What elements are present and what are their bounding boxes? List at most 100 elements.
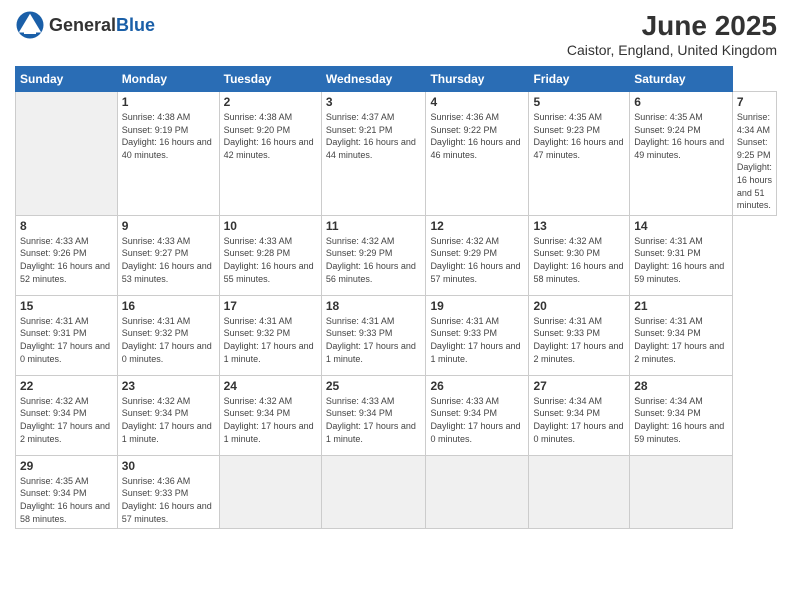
day-info: Sunrise: 4:31 AM Sunset: 9:31 PM Dayligh… (634, 235, 728, 285)
calendar-cell: 8 Sunrise: 4:33 AM Sunset: 9:26 PM Daylig… (16, 215, 118, 295)
day-info: Sunrise: 4:36 AM Sunset: 9:33 PM Dayligh… (122, 475, 215, 525)
day-info: Sunrise: 4:33 AM Sunset: 9:34 PM Dayligh… (326, 395, 422, 445)
calendar-cell: 3 Sunrise: 4:37 AM Sunset: 9:21 PM Daylig… (321, 92, 426, 216)
day-number: 16 (122, 299, 215, 313)
col-tuesday: Tuesday (219, 67, 321, 92)
calendar-cell: 6Sunrise: 4:35 AM Sunset: 9:24 PM Daylig… (630, 92, 733, 216)
calendar-cell (426, 455, 529, 528)
day-number: 4 (430, 95, 524, 109)
calendar-cell: 27 Sunrise: 4:34 AM Sunset: 9:34 PM Dayli… (529, 375, 630, 455)
day-info: Sunrise: 4:33 AM Sunset: 9:26 PM Dayligh… (20, 235, 113, 285)
col-friday: Friday (529, 67, 630, 92)
calendar-cell: 24Sunrise: 4:32 AM Sunset: 9:34 PM Dayli… (219, 375, 321, 455)
day-number: 6 (634, 95, 728, 109)
col-sunday: Sunday (16, 67, 118, 92)
calendar-cell: 2Sunrise: 4:38 AM Sunset: 9:20 PM Daylig… (219, 92, 321, 216)
calendar-cell: 1 Sunrise: 4:38 AM Sunset: 9:19 PM Daylig… (117, 92, 219, 216)
col-wednesday: Wednesday (321, 67, 426, 92)
day-number: 3 (326, 95, 422, 109)
calendar-cell: 7Sunrise: 4:34 AM Sunset: 9:25 PM Daylig… (732, 92, 776, 216)
logo: GeneralBlue (15, 10, 155, 40)
day-number: 30 (122, 459, 215, 473)
calendar-cell: 19 Sunrise: 4:31 AM Sunset: 9:33 PM Dayli… (426, 295, 529, 375)
day-number: 18 (326, 299, 422, 313)
month-year: June 2025 (567, 10, 777, 42)
day-info: Sunrise: 4:32 AM Sunset: 9:30 PM Dayligh… (533, 235, 625, 285)
day-number: 24 (224, 379, 317, 393)
day-number: 1 (122, 95, 215, 109)
day-number: 8 (20, 219, 113, 233)
calendar-cell (529, 455, 630, 528)
day-info: Sunrise: 4:38 AM Sunset: 9:19 PM Dayligh… (122, 111, 215, 161)
day-info: Sunrise: 4:31 AM Sunset: 9:33 PM Dayligh… (326, 315, 422, 365)
calendar-cell: 13 Sunrise: 4:32 AM Sunset: 9:30 PM Dayli… (529, 215, 630, 295)
calendar-cell (321, 455, 426, 528)
calendar-cell: 18 Sunrise: 4:31 AM Sunset: 9:33 PM Dayli… (321, 295, 426, 375)
day-number: 12 (430, 219, 524, 233)
day-number: 26 (430, 379, 524, 393)
calendar-cell: 25Sunrise: 4:33 AM Sunset: 9:34 PM Dayli… (321, 375, 426, 455)
day-info: Sunrise: 4:32 AM Sunset: 9:34 PM Dayligh… (20, 395, 113, 445)
day-number: 23 (122, 379, 215, 393)
day-info: Sunrise: 4:35 AM Sunset: 9:34 PM Dayligh… (20, 475, 113, 525)
day-number: 21 (634, 299, 728, 313)
calendar-cell: 16 Sunrise: 4:31 AM Sunset: 9:32 PM Dayli… (117, 295, 219, 375)
page-container: GeneralBlue June 2025 Caistor, England, … (0, 0, 792, 612)
calendar-cell: 29Sunrise: 4:35 AM Sunset: 9:34 PM Dayli… (16, 455, 118, 528)
calendar-table: Sunday Monday Tuesday Wednesday Thursday… (15, 66, 777, 529)
day-number: 27 (533, 379, 625, 393)
col-saturday: Saturday (630, 67, 733, 92)
day-number: 28 (634, 379, 728, 393)
day-number: 9 (122, 219, 215, 233)
calendar-cell: 17Sunrise: 4:31 AM Sunset: 9:32 PM Dayli… (219, 295, 321, 375)
day-info: Sunrise: 4:32 AM Sunset: 9:29 PM Dayligh… (430, 235, 524, 285)
day-number: 11 (326, 219, 422, 233)
day-info: Sunrise: 4:31 AM Sunset: 9:33 PM Dayligh… (533, 315, 625, 365)
calendar-cell: 11 Sunrise: 4:32 AM Sunset: 9:29 PM Dayli… (321, 215, 426, 295)
day-number: 7 (737, 95, 772, 109)
calendar-cell: 23 Sunrise: 4:32 AM Sunset: 9:34 PM Dayli… (117, 375, 219, 455)
logo-icon (15, 10, 45, 40)
day-info: Sunrise: 4:31 AM Sunset: 9:33 PM Dayligh… (430, 315, 524, 365)
calendar-cell: 15 Sunrise: 4:31 AM Sunset: 9:31 PM Dayli… (16, 295, 118, 375)
day-info: Sunrise: 4:32 AM Sunset: 9:34 PM Dayligh… (122, 395, 215, 445)
logo-general-text: General (49, 15, 116, 35)
day-info: Sunrise: 4:31 AM Sunset: 9:32 PM Dayligh… (224, 315, 317, 365)
logo-blue-text: Blue (116, 15, 155, 35)
day-info: Sunrise: 4:31 AM Sunset: 9:32 PM Dayligh… (122, 315, 215, 365)
day-info: Sunrise: 4:37 AM Sunset: 9:21 PM Dayligh… (326, 111, 422, 161)
day-info: Sunrise: 4:31 AM Sunset: 9:31 PM Dayligh… (20, 315, 113, 365)
day-info: Sunrise: 4:33 AM Sunset: 9:28 PM Dayligh… (224, 235, 317, 285)
calendar-cell: 30 Sunrise: 4:36 AM Sunset: 9:33 PM Dayli… (117, 455, 219, 528)
calendar-cell: 21 Sunrise: 4:31 AM Sunset: 9:34 PM Dayli… (630, 295, 733, 375)
day-number: 19 (430, 299, 524, 313)
calendar-cell: 26Sunrise: 4:33 AM Sunset: 9:34 PM Dayli… (426, 375, 529, 455)
day-info: Sunrise: 4:38 AM Sunset: 9:20 PM Dayligh… (224, 111, 317, 161)
day-info: Sunrise: 4:34 AM Sunset: 9:34 PM Dayligh… (533, 395, 625, 445)
col-monday: Monday (117, 67, 219, 92)
calendar-header-row: Sunday Monday Tuesday Wednesday Thursday… (16, 67, 777, 92)
calendar-cell (16, 92, 118, 216)
calendar-cell: 10 Sunrise: 4:33 AM Sunset: 9:28 PM Dayli… (219, 215, 321, 295)
day-info: Sunrise: 4:33 AM Sunset: 9:27 PM Dayligh… (122, 235, 215, 285)
day-info: Sunrise: 4:34 AM Sunset: 9:34 PM Dayligh… (634, 395, 728, 445)
day-info: Sunrise: 4:31 AM Sunset: 9:34 PM Dayligh… (634, 315, 728, 365)
day-number: 5 (533, 95, 625, 109)
calendar-cell: 20 Sunrise: 4:31 AM Sunset: 9:33 PM Dayli… (529, 295, 630, 375)
day-info: Sunrise: 4:36 AM Sunset: 9:22 PM Dayligh… (430, 111, 524, 161)
calendar-cell: 12 Sunrise: 4:32 AM Sunset: 9:29 PM Dayli… (426, 215, 529, 295)
day-number: 20 (533, 299, 625, 313)
calendar-cell (630, 455, 733, 528)
day-number: 13 (533, 219, 625, 233)
header: GeneralBlue June 2025 Caistor, England, … (15, 10, 777, 58)
col-thursday: Thursday (426, 67, 529, 92)
day-number: 15 (20, 299, 113, 313)
day-number: 10 (224, 219, 317, 233)
day-info: Sunrise: 4:32 AM Sunset: 9:29 PM Dayligh… (326, 235, 422, 285)
day-number: 22 (20, 379, 113, 393)
day-number: 14 (634, 219, 728, 233)
location: Caistor, England, United Kingdom (567, 42, 777, 58)
calendar-cell: 28 Sunrise: 4:34 AM Sunset: 9:34 PM Dayli… (630, 375, 733, 455)
calendar-cell: 22 Sunrise: 4:32 AM Sunset: 9:34 PM Dayli… (16, 375, 118, 455)
calendar-cell (219, 455, 321, 528)
